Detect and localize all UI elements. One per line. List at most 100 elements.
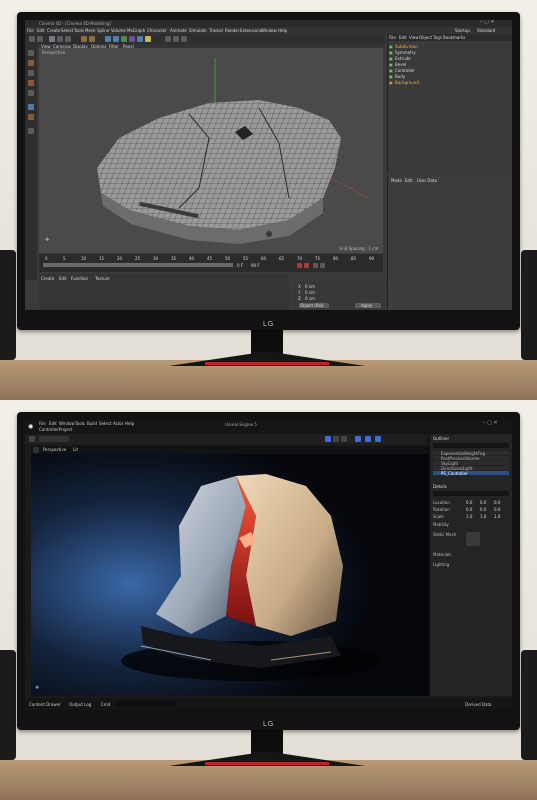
save-icon[interactable] [29, 436, 35, 442]
snap-grid-icon[interactable] [355, 436, 361, 442]
layout-tab[interactable]: Startup [455, 28, 470, 33]
points-mode-icon[interactable] [165, 36, 171, 42]
menu-item[interactable]: MoGraph [127, 28, 145, 33]
output-log-button[interactable]: Output Log [69, 702, 91, 707]
viewport[interactable]: Perspective Lit ✚ [31, 446, 429, 696]
menu-item[interactable]: Simulate [189, 28, 207, 33]
scale-tool-icon[interactable] [57, 36, 63, 42]
detail-value[interactable]: 1.0 [466, 514, 472, 519]
menu-item[interactable]: Mesh [85, 28, 96, 33]
perspective-button[interactable]: Perspective [43, 447, 66, 452]
window-controls-icon[interactable]: – ▢ ✕ [480, 20, 495, 25]
tweak-icon[interactable] [28, 104, 34, 110]
timeline[interactable]: 0 5 10 15 20 25 30 35 40 45 50 55 60 65 … [39, 254, 383, 272]
detail-value[interactable]: 0.0 [466, 500, 472, 505]
stop-icon[interactable] [320, 263, 325, 268]
om-menu-item[interactable]: Object [419, 35, 432, 40]
subdivision-icon[interactable] [121, 36, 127, 42]
om-menu-item[interactable]: File [389, 35, 396, 40]
detail-value[interactable]: 0.0 [494, 500, 500, 505]
menu-item[interactable]: Tracker [209, 28, 223, 33]
outliner-row[interactable]: SkyLight [433, 461, 509, 466]
menu-item[interactable]: Actor [113, 421, 124, 426]
cube-icon[interactable] [105, 36, 111, 42]
om-menu-item[interactable]: Bookmarks [443, 35, 465, 40]
menu-item[interactable]: Render [225, 28, 239, 33]
menu-item[interactable]: Help [278, 28, 287, 33]
viewport[interactable]: Perspective Grid Spacing: 1 cm ✚ [39, 48, 383, 253]
console-input[interactable] [115, 701, 175, 707]
menu-item[interactable]: Window [59, 421, 75, 426]
menu-item[interactable]: Animate [170, 28, 187, 33]
detail-value[interactable]: 0.0 [480, 507, 486, 512]
menu-item[interactable]: Select [99, 421, 111, 426]
snap-rotate-icon[interactable] [365, 436, 371, 442]
detail-value[interactable]: 0.0 [480, 500, 486, 505]
play-icon[interactable] [313, 263, 318, 268]
window-controls-icon[interactable]: – ▢ ✕ [483, 421, 498, 426]
object-row[interactable]: ▣ Background [389, 80, 509, 86]
om-menu-item[interactable]: View [409, 35, 419, 40]
timeline-end[interactable]: 90 F [251, 263, 260, 268]
menu-item[interactable]: File [27, 28, 34, 33]
detail-value[interactable]: 1.0 [494, 514, 500, 519]
outliner-search-input[interactable] [433, 443, 509, 448]
detail-value[interactable]: 1.0 [480, 514, 486, 519]
content-drawer-button[interactable]: Content Drawer [29, 702, 61, 707]
lock-icon[interactable] [28, 128, 34, 134]
timeline-start[interactable]: 0 F [237, 263, 243, 268]
menu-item[interactable]: Build [87, 421, 97, 426]
autokey-icon[interactable] [304, 263, 309, 268]
camera-icon[interactable] [137, 36, 143, 42]
solo-icon[interactable] [28, 114, 34, 120]
undo-icon[interactable] [29, 36, 35, 42]
coord-mode-select[interactable]: Object (Rel) [299, 303, 329, 308]
details-search-input[interactable] [433, 491, 509, 496]
material-menu-item[interactable]: Create [41, 276, 54, 281]
menu-item[interactable]: Edit [37, 28, 45, 33]
attr-menu-item[interactable]: Edit [405, 178, 413, 183]
menu-item[interactable]: Tools [75, 421, 85, 426]
rotate-tool-icon[interactable] [65, 36, 71, 42]
outliner-row-selected[interactable]: PS_Controller [433, 471, 509, 476]
menu-item[interactable]: Select [61, 28, 73, 33]
redo-icon[interactable] [37, 36, 43, 42]
rotate-icon[interactable] [333, 436, 339, 442]
menu-item[interactable]: Extensions [240, 28, 262, 33]
coord-value[interactable]: 0 cm [305, 290, 315, 295]
mode-dropdown[interactable] [39, 436, 69, 442]
layout-tab[interactable]: Standard [477, 28, 495, 33]
axis-mode-icon[interactable] [28, 70, 34, 76]
cmd-button[interactable]: Cmd [101, 702, 110, 707]
pen-icon[interactable] [113, 36, 119, 42]
menu-item[interactable]: Help [125, 421, 134, 426]
attr-menu-item[interactable]: User Data [417, 178, 437, 183]
coord-value[interactable]: 0 cm [305, 284, 315, 289]
deformer-icon[interactable] [129, 36, 135, 42]
menu-item[interactable]: Volume [111, 28, 126, 33]
texture-mode-icon[interactable] [28, 60, 34, 66]
edges-mode-icon[interactable] [173, 36, 179, 42]
workplane-icon[interactable] [28, 80, 34, 86]
viewport-menu-icon[interactable] [33, 447, 39, 453]
timeline-scrubber[interactable] [43, 263, 233, 267]
outliner-row[interactable]: PostProcessVolume [433, 456, 509, 461]
translate-icon[interactable] [325, 436, 331, 442]
om-menu-item[interactable]: Tags [433, 35, 442, 40]
detail-value[interactable]: 0.0 [494, 507, 500, 512]
menu-item[interactable]: Create [47, 28, 60, 33]
menu-item[interactable]: Tools [74, 28, 84, 33]
project-tab[interactable]: ControllerProject [39, 427, 72, 432]
mesh-thumbnail[interactable] [466, 532, 480, 546]
polygons-mode-icon[interactable] [181, 36, 187, 42]
outliner-row[interactable]: DirectionalLight [433, 466, 509, 471]
menu-item[interactable]: Character [147, 28, 167, 33]
menu-item[interactable]: File [39, 421, 46, 426]
move-tool-icon[interactable] [49, 36, 55, 42]
outliner-row[interactable]: ExponentialHeightFog [433, 451, 509, 456]
apply-button[interactable]: Apply [355, 303, 381, 308]
model-mode-icon[interactable] [28, 50, 34, 56]
material-menu-item[interactable]: Edit [59, 276, 67, 281]
detail-value[interactable]: 0.0 [466, 507, 472, 512]
light-icon[interactable] [145, 36, 151, 42]
